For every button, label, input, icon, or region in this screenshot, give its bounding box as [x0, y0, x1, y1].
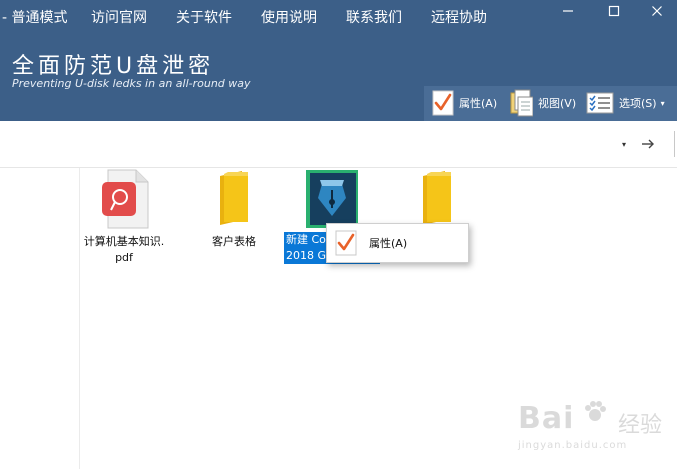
- view-label: 视图(V): [538, 97, 577, 110]
- menu-user-guide[interactable]: 使用说明: [261, 7, 317, 27]
- navigation-pane[interactable]: [0, 168, 80, 469]
- address-bar: [0, 121, 677, 168]
- menu-visit-website[interactable]: 访问官网: [91, 7, 147, 27]
- folder-item[interactable]: [392, 168, 482, 230]
- menu-about-software[interactable]: 关于软件: [176, 7, 232, 27]
- minimize-button[interactable]: [548, 0, 588, 22]
- minimize-icon: [563, 10, 573, 12]
- coreldraw-file-icon: [306, 170, 358, 228]
- maximize-icon: [608, 5, 620, 17]
- options-button[interactable]: 选项(S) ▾: [586, 88, 665, 118]
- pdf-file-icon: [102, 169, 149, 229]
- app-header: - 普通模式 访问官网 关于软件 使用说明 联系我们 远程协助 全面防范U盘泄密…: [0, 0, 677, 121]
- checkmark-icon: [335, 230, 357, 256]
- checkmark-icon: [432, 90, 454, 116]
- file-name: 计算机基本知识.: [83, 235, 165, 248]
- documents-icon: [510, 89, 533, 117]
- close-icon: [652, 6, 662, 16]
- toolbar: 属性(A) 视图(V) 选项(S) ▾: [424, 86, 677, 121]
- paw-icon: [585, 401, 606, 421]
- folder-item[interactable]: 客户表格: [189, 168, 279, 250]
- close-button[interactable]: [637, 0, 677, 22]
- maximize-button[interactable]: [594, 0, 634, 22]
- checklist-icon: [586, 92, 614, 114]
- arrow-right-icon: [642, 139, 654, 149]
- properties-button[interactable]: 属性(A): [432, 88, 497, 118]
- properties-label: 属性(A): [459, 97, 498, 110]
- folder-icon: [220, 171, 248, 225]
- history-dropdown-icon[interactable]: ▾: [622, 140, 626, 149]
- forward-button[interactable]: [640, 136, 656, 156]
- app-subtitle: Preventing U-disk ledks in an all-round …: [12, 77, 251, 90]
- file-item-pdf[interactable]: 计算机基本知识. pdf: [79, 168, 169, 266]
- file-name-ext: pdf: [115, 251, 133, 264]
- watermark-logo-text: Bai: [518, 401, 575, 436]
- context-menu-label: 属性(A): [369, 237, 408, 250]
- baidu-watermark: Bai 经验 jingyan.baidu.com: [518, 395, 668, 465]
- menu-normal-mode[interactable]: - 普通模式: [2, 7, 68, 27]
- folder-icon: [423, 171, 451, 225]
- menu-contact-us[interactable]: 联系我们: [346, 7, 402, 27]
- view-button[interactable]: 视图(V): [509, 88, 576, 118]
- folder-name: 客户表格: [212, 235, 256, 248]
- app-title: 全面防范U盘泄密: [12, 54, 215, 79]
- context-menu-properties[interactable]: 属性(A): [329, 226, 466, 260]
- watermark-cn: 经验: [618, 413, 663, 438]
- menu-remote-assist[interactable]: 远程协助: [431, 7, 487, 27]
- options-label: 选项(S): [619, 97, 657, 110]
- context-menu: 属性(A): [326, 223, 469, 263]
- watermark-url: jingyan.baidu.com: [518, 440, 628, 451]
- options-dropdown-icon[interactable]: ▾: [661, 99, 665, 108]
